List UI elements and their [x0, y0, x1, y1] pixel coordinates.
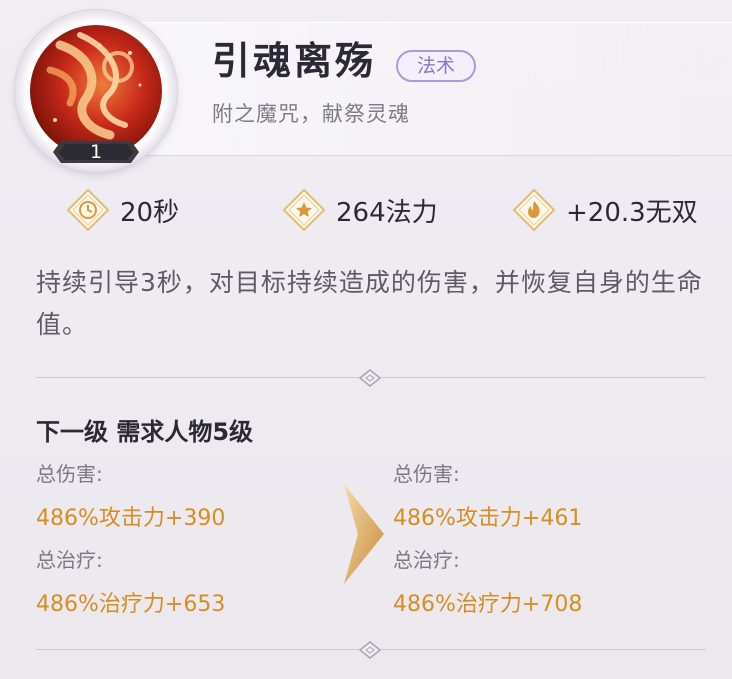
level-badge: 1	[53, 135, 139, 169]
header-band	[100, 22, 732, 156]
current-damage-label: 总伤害:	[36, 462, 103, 486]
stat-cooldown: 20秒	[66, 188, 179, 232]
stat-cooldown-value: 20秒	[120, 197, 180, 228]
next-damage-label: 总伤害:	[393, 462, 460, 486]
divider-top	[36, 368, 706, 388]
current-heal-label: 总治疗:	[36, 548, 103, 572]
next-heal-label: 总治疗:	[393, 548, 460, 572]
next-damage-value: 486%攻击力+461	[393, 506, 583, 531]
stat-mana: 264法力	[282, 188, 438, 232]
current-heal-value: 486%治疗力+653	[36, 592, 226, 617]
next-heal-value: 486%治疗力+708	[393, 592, 583, 617]
clock-icon	[66, 188, 110, 232]
skill-type-badge: 法术	[396, 50, 476, 82]
skill-name: 引魂离殇	[212, 39, 377, 83]
chevron-right-icon	[344, 484, 384, 584]
skill-subtitle: 附之魔咒，献祭灵魂	[212, 102, 410, 126]
stat-wushuang-value: +20.3无双	[566, 197, 698, 228]
divider-bottom	[36, 640, 706, 660]
divider-diamond-icon	[358, 641, 382, 659]
level-number: 1	[89, 141, 103, 163]
flame-icon	[512, 188, 556, 232]
stat-mana-value: 264法力	[336, 197, 438, 228]
star-icon	[282, 188, 326, 232]
skill-description: 持续引导3秒，对目标持续造成的伤害，并恢复自身的生命值。	[36, 268, 703, 339]
divider-diamond-icon	[358, 369, 382, 387]
current-damage-value: 486%攻击力+390	[36, 506, 226, 531]
next-level-title: 下一级 需求人物5级	[36, 418, 254, 446]
stat-wushuang: +20.3无双	[512, 188, 698, 232]
